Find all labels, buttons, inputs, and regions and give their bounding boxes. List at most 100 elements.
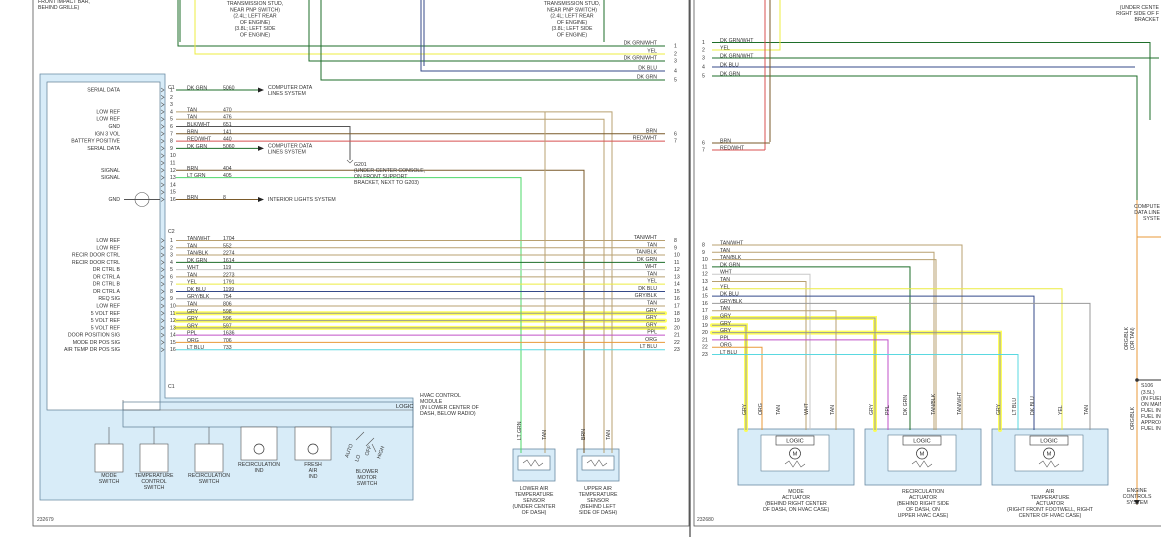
c2-wire-color: TAN	[187, 272, 197, 278]
hvac-module-title: HVAC CONTROL MODULE (IN LOWER CENTER OF DAS…	[420, 393, 479, 417]
r-wire-1	[712, 42, 1151, 120]
actuator-logic-label: LOGIC	[786, 439, 803, 445]
c1-circuit-number: 404	[223, 166, 232, 172]
c2-circuit-number: 598	[223, 309, 232, 315]
switch-box	[194, 443, 224, 473]
c2-signal-label: DR CTRL B	[93, 267, 121, 273]
r-wire-8	[712, 244, 963, 430]
c1-circuit-number: 5060	[223, 86, 235, 92]
sensor-label: UPPER AIR TEMPERATURE SENSOR (BEHIND LEFT SI…	[579, 486, 618, 516]
left-figure-number: 232679	[37, 517, 54, 523]
r-number: 14	[702, 286, 708, 292]
c2-wire-color: TAN/BLK	[187, 251, 209, 257]
c2-signal-label: LOW REF	[96, 245, 120, 251]
r-label: YEL	[720, 284, 730, 290]
actuator-wire-label: WHT	[804, 402, 810, 415]
c2-pin-number: 16	[170, 347, 176, 353]
c1-circuit-number: 476	[223, 115, 232, 121]
c1-signal-label: GND	[108, 124, 120, 130]
c2-right-label: YEL	[647, 279, 657, 285]
gry-highlight	[710, 316, 877, 432]
r-number: 19	[702, 323, 708, 329]
c1-circuit-number: 651	[223, 122, 232, 128]
ground-description: (UNDER CENTER CONSOLE, ON FRONT SUPPORT BR…	[354, 168, 425, 186]
switch-box	[94, 443, 124, 473]
sensor-label: LOWER AIR TEMPERATURE SENSOR (UNDER CENTER O…	[513, 486, 556, 516]
c2-circuit-number: 597	[223, 323, 232, 329]
c1-right-number: 7	[674, 139, 677, 145]
r-number: 17	[702, 308, 708, 314]
c1-pin-number: 14	[170, 182, 176, 188]
c1-wire-color: TAN	[187, 107, 197, 113]
c2-pin-number: 15	[170, 340, 176, 346]
top-wire-label: DK GRN	[637, 75, 657, 81]
c1-pin-number: 4	[170, 109, 173, 115]
c1-pin-number: 2	[170, 95, 173, 101]
r-top-label: DK GRN/WHT	[720, 38, 754, 44]
top-wire-label: DK GRN/WHT	[624, 56, 658, 62]
ground-name: G201	[354, 162, 367, 168]
c1-circuit-number: 470	[223, 107, 232, 113]
c1-wire-color: BRN	[187, 166, 198, 172]
r-label: LT BLU	[720, 350, 737, 356]
actuator-label: RECIRCULATION ACTUATOR (BEHIND RIGHT SIDE O…	[897, 489, 950, 519]
c1-pin-number: 10	[170, 153, 176, 159]
c1-pin-number: 12	[170, 168, 176, 174]
r-number: 13	[702, 279, 708, 285]
c1-connector-label: C1	[168, 85, 175, 91]
c2-signal-label: LOW REF	[96, 304, 120, 310]
r-number: 16	[702, 301, 708, 307]
c1-wire-color: BLK/WHT	[187, 122, 211, 128]
sensor-wire-label: TAN	[542, 430, 548, 440]
top-left-note: FRONT IMPACT BAR, BEHIND GRILLE)	[38, 0, 90, 11]
c2-right-number: 9	[674, 245, 677, 251]
c1-signal-label: GND	[108, 197, 120, 203]
c2-connector-label: C2	[168, 229, 175, 235]
c2-pin-number: 13	[170, 325, 176, 331]
r-number: 22	[702, 345, 708, 351]
c2-right-number: 11	[674, 260, 679, 266]
actuator-label: MODE ACTUATOR (BEHIND RIGHT CENTER OF DASH,…	[763, 489, 830, 513]
c1-pin-number: 11	[170, 161, 175, 167]
computer-data-dest-2: COMPUTER DATA LINES SYSTEM	[268, 143, 313, 155]
c2-right-number: 23	[674, 347, 680, 353]
c1-signal-label: SERIAL DATA	[87, 146, 120, 152]
r-label: GRY	[720, 328, 732, 334]
c2-wire-color: WHT	[187, 265, 200, 271]
switch-box	[139, 443, 169, 473]
actuator-wire-label: TAN	[1084, 405, 1090, 415]
r-label: GRY	[720, 314, 732, 320]
c1-signal-label: BATTERY POSITIVE	[71, 139, 120, 145]
engine-controls-label: ENGINE CONTROLS SYSTEM	[1123, 488, 1152, 506]
arrow-icon	[258, 145, 264, 151]
c2-right-number: 13	[674, 274, 680, 280]
r-number: 10	[702, 257, 708, 263]
c2-pin-number: 12	[170, 318, 176, 324]
c1-signal-label: IGN 3 VOL	[95, 131, 120, 137]
c2-signal-label: REQ SIG	[98, 296, 120, 302]
c2-right-number: 17	[674, 304, 680, 310]
c2-pin-number: 3	[170, 253, 173, 259]
r-top-number: 5	[702, 74, 705, 80]
c2-right-label: LT BLU	[640, 344, 657, 350]
c2-circuit-number: 1636	[223, 331, 235, 337]
switch-box	[294, 426, 332, 461]
r-top-number: 2	[702, 48, 705, 54]
stud-note-1: TRANSMISSION STUD, NEAR PNP SWITCH) (2.4L;…	[227, 1, 284, 39]
c2-signal-label: LOW REF	[96, 238, 120, 244]
r-number: 21	[702, 337, 708, 343]
c1-wire-color: DK GRN	[187, 144, 207, 150]
r-wire-18	[712, 317, 876, 430]
c2-signal-label: DR CTRL A	[93, 274, 120, 280]
r-label: DK GRN	[720, 262, 740, 268]
r-wire-21	[712, 339, 889, 430]
c2-signal-label: 5 VOLT REF	[91, 311, 120, 317]
c2-pin-number: 9	[170, 296, 173, 302]
c2-wire-color: GRY/BLK	[187, 294, 210, 300]
r-number: 12	[702, 272, 708, 278]
c1-pin-number: 6	[170, 124, 173, 130]
c1-wire-color: RED/WHT	[187, 137, 212, 143]
r-number: 20	[702, 330, 708, 336]
sensor-element	[517, 455, 551, 471]
c1-wire-color: TAN	[187, 115, 197, 121]
